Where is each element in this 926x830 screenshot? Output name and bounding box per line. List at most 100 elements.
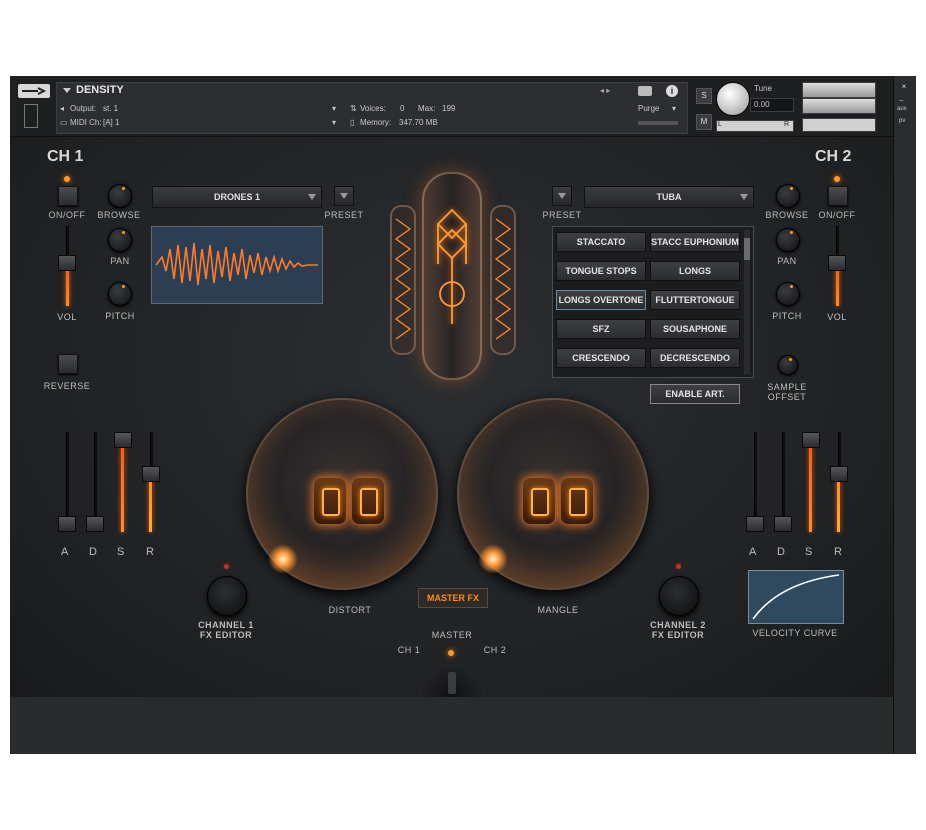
ch2-attack-slider[interactable]: [746, 516, 764, 532]
wrench-icon[interactable]: [18, 84, 50, 98]
master-ch1-label: CH 1: [397, 645, 421, 655]
waveform-icon: [155, 242, 318, 286]
pan-right-label: R: [784, 121, 790, 128]
ch2-decay-slider[interactable]: [774, 516, 792, 532]
articulation-button[interactable]: SFZ: [556, 319, 646, 339]
info-icon[interactable]: i: [666, 85, 678, 97]
ch1-release-slider[interactable]: [142, 466, 160, 482]
articulation-button[interactable]: SOUSAPHONE: [650, 319, 740, 339]
pan-slider[interactable]: [716, 120, 794, 132]
articulation-button[interactable]: LONGS: [650, 261, 740, 281]
ch2-sustain-slider[interactable]: [802, 432, 820, 448]
right-coil-tube: [490, 205, 516, 355]
minimize-icon[interactable]: −: [899, 96, 904, 105]
aux-label[interactable]: aux: [897, 106, 907, 112]
solo-button[interactable]: S: [696, 88, 712, 104]
left-coil-tube: [390, 205, 416, 355]
ch1-preset-arrow-button[interactable]: [334, 186, 354, 206]
camera-icon[interactable]: [638, 86, 652, 96]
ch2-browse-label: BROWSE: [765, 210, 809, 220]
ch1-reverse-button[interactable]: [58, 354, 78, 374]
tune-knob[interactable]: [716, 82, 750, 116]
ch1-pan-knob[interactable]: [108, 228, 132, 252]
articulation-button[interactable]: TONGUE STOPS: [556, 261, 646, 281]
ch2-sample-offset-knob[interactable]: [778, 355, 798, 375]
midi-label: MIDI Ch:: [70, 118, 102, 127]
pan-left-label: L: [718, 121, 722, 128]
articulation-button[interactable]: STACC EUPHONIUM: [650, 232, 740, 252]
ch2-on-off-label: ON/OFF: [818, 210, 856, 220]
distort-nixie-left: [313, 477, 347, 525]
ch1-pan-label: PAN: [110, 256, 130, 266]
articulation-button[interactable]: LONGS OVERTONE: [556, 290, 646, 310]
master-fx-button[interactable]: MASTER FX: [418, 588, 488, 608]
ch1-attack-slider[interactable]: [58, 516, 76, 532]
chevron-down-icon: [740, 194, 748, 200]
output-value[interactable]: st. 1: [103, 104, 118, 113]
ch1-attack-label: A: [61, 546, 69, 558]
purge-dropdown-icon[interactable]: ▾: [672, 104, 676, 113]
ch2-sample-offset-label-2: OFFSET: [767, 392, 807, 402]
ch1-fx-editor-knob[interactable]: [207, 576, 247, 616]
midi-dropdown-icon[interactable]: ▾: [332, 118, 336, 127]
ch1-fx-editor-label-2: FX EDITOR: [199, 630, 253, 640]
ch2-on-off-button[interactable]: [828, 186, 848, 206]
output-icon: ◂: [60, 104, 65, 113]
level-meter-left: [802, 82, 876, 98]
right-frame: × − aux pv: [893, 76, 916, 754]
ch1-decay-slider[interactable]: [86, 516, 104, 532]
articulation-button[interactable]: STACCATO: [556, 232, 646, 252]
enable-art-button[interactable]: ENABLE ART.: [650, 384, 740, 404]
midi-value[interactable]: [A] 1: [103, 118, 119, 127]
mute-button[interactable]: M: [696, 114, 712, 130]
output-dropdown-icon[interactable]: ▾: [332, 104, 336, 113]
mangle-nixie-right: [560, 477, 594, 525]
memory-icon: ▯: [350, 118, 355, 127]
ch2-preset-dropdown[interactable]: TUBA: [584, 186, 754, 208]
close-icon[interactable]: ×: [897, 80, 911, 94]
ch1-sustain-slider[interactable]: [114, 432, 132, 448]
collapse-icon[interactable]: [63, 88, 71, 93]
ch1-power-led: [64, 176, 70, 182]
ch1-browse-label: BROWSE: [97, 210, 141, 220]
articulation-button[interactable]: DECRESCENDO: [650, 348, 740, 368]
ch1-pitch-label: PITCH: [105, 311, 135, 321]
max-value[interactable]: 199: [442, 104, 455, 113]
ch2-fx-editor-label-2: FX EDITOR: [651, 630, 705, 640]
ch1-vol-slider[interactable]: [58, 255, 76, 271]
ch1-on-off-button[interactable]: [58, 186, 78, 206]
ch2-pan-knob[interactable]: [776, 228, 800, 252]
ch2-pitch-knob[interactable]: [776, 282, 800, 306]
ch2-vol-fill: [836, 269, 839, 306]
pv-label[interactable]: pv: [899, 118, 905, 124]
ch2-preset-arrow-button[interactable]: [552, 186, 572, 206]
ch1-on-off-label: ON/OFF: [48, 210, 86, 220]
prev-next-icon[interactable]: ◂ ▸: [600, 86, 610, 95]
voices-icon: ⇅: [350, 104, 357, 113]
purge-button[interactable]: Purge: [638, 104, 659, 113]
volume-slider[interactable]: [802, 118, 876, 132]
instrument-title[interactable]: DENSITY: [76, 84, 124, 96]
ch1-waveform-display[interactable]: [151, 226, 323, 304]
ch2-release-fill: [837, 480, 840, 532]
ch1-preset-dropdown[interactable]: DRONES 1: [152, 186, 322, 208]
ch1-vol-label: VOL: [57, 312, 77, 322]
kontakt-header: DENSITY ◂ ▸ ◂ Output: st. 1 ▾ ▭ MIDI Ch:…: [10, 76, 893, 137]
ch1-pitch-knob[interactable]: [108, 282, 132, 306]
ch2-release-slider[interactable]: [830, 466, 848, 482]
ch2-fx-editor-knob[interactable]: [659, 576, 699, 616]
ch1-decay-label: D: [89, 546, 98, 558]
ch2-browse-knob[interactable]: [776, 184, 800, 208]
articulation-scrollbar[interactable]: [744, 230, 750, 374]
ch2-vol-slider[interactable]: [828, 255, 846, 271]
ch1-reverse-label: REVERSE: [43, 381, 91, 391]
scrollbar-thumb[interactable]: [744, 238, 750, 260]
ch1-browse-knob[interactable]: [108, 184, 132, 208]
articulation-button[interactable]: CRESCENDO: [556, 348, 646, 368]
velocity-curve-display[interactable]: [748, 570, 844, 624]
articulation-button[interactable]: FLUTTERTONGUE: [650, 290, 740, 310]
tune-value[interactable]: 0.00: [754, 100, 770, 109]
distort-nixie-right: [351, 477, 385, 525]
master-led: [448, 650, 454, 656]
voices-value: 0: [400, 104, 405, 113]
